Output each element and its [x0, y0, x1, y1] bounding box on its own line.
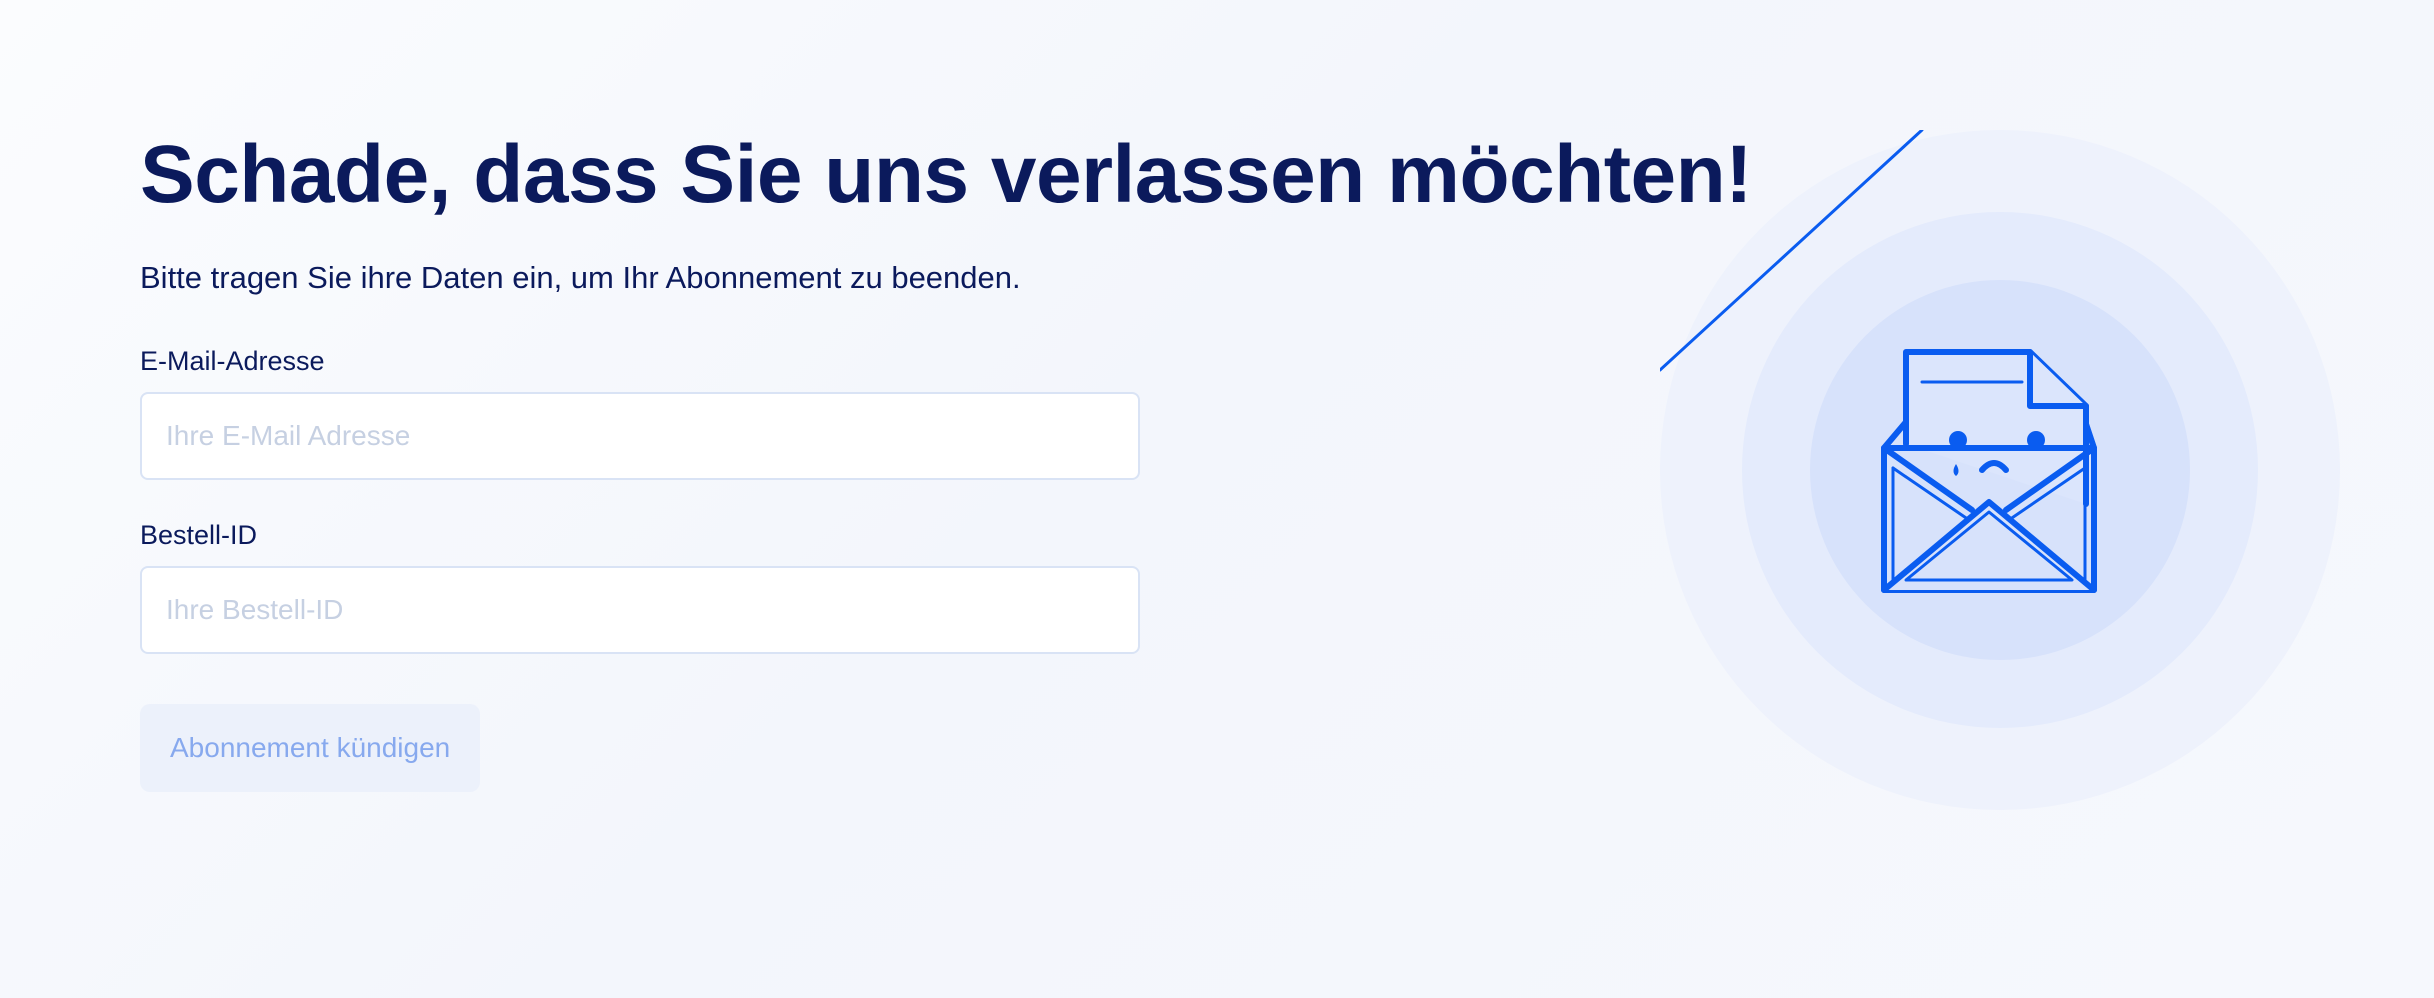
page-title: Schade, dass Sie uns verlassen möchten! — [140, 129, 1753, 220]
email-input[interactable] — [140, 392, 1140, 480]
sad-envelope-icon — [1660, 130, 2097, 593]
cancel-subscription-button[interactable]: Abonnement kündigen — [140, 704, 481, 792]
unsubscribe-form-section: Schade, dass Sie uns verlassen möchten! … — [140, 120, 1900, 792]
page-subtitle: Bitte tragen Sie ihre Daten ein, um Ihr … — [140, 260, 1021, 295]
order-id-input[interactable] — [140, 566, 1140, 654]
sad-envelope-illustration — [1660, 130, 2340, 810]
unsubscribe-form: E-Mail-Adresse Bestell-ID Abonnement kün… — [140, 344, 1900, 792]
unsubscribe-page: Schade, dass Sie uns verlassen möchten! … — [0, 0, 2434, 998]
email-label: E-Mail-Adresse — [140, 346, 325, 376]
order-id-label: Bestell-ID — [140, 520, 258, 550]
